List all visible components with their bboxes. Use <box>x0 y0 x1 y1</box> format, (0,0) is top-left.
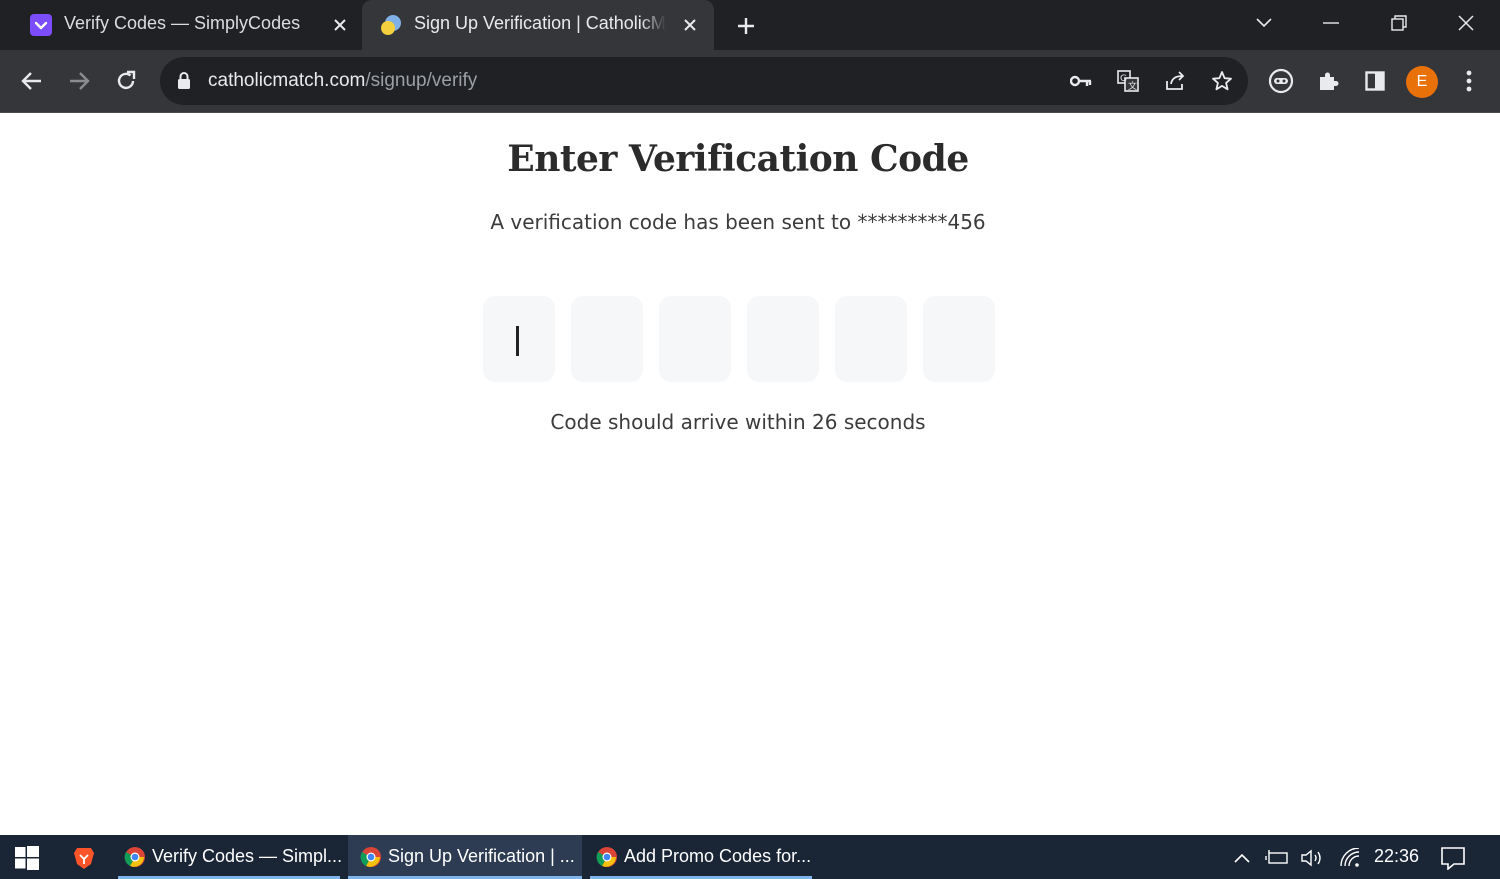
new-tab-button[interactable] <box>732 12 760 40</box>
tab-sign-up-verification[interactable]: Sign Up Verification | CatholicMatch <box>362 0 714 50</box>
code-digit-2[interactable] <box>571 296 643 382</box>
taskbar-item-label: Add Promo Codes for... <box>624 846 812 866</box>
windows-start-icon[interactable] <box>8 841 46 875</box>
profile-avatar[interactable]: E <box>1406 66 1438 98</box>
back-arrow-icon[interactable] <box>15 64 49 98</box>
taskbar-item-label: Sign Up Verification | ... <box>388 846 575 866</box>
tab-title: Verify Codes — SimplyCodes <box>64 13 301 33</box>
svg-text:文: 文 <box>1128 80 1137 92</box>
code-digit-3[interactable] <box>659 296 731 382</box>
notification-center-icon[interactable] <box>1436 845 1470 871</box>
side-panel-icon[interactable] <box>1360 66 1390 96</box>
close-icon[interactable] <box>328 13 352 37</box>
tab-search-chevron-down-icon[interactable] <box>1247 8 1281 38</box>
taskbar: Verify Codes — Simpl... Sign Up Verifica… <box>0 835 1500 879</box>
code-digit-4[interactable] <box>747 296 819 382</box>
close-window-icon[interactable] <box>1449 8 1483 38</box>
restore-icon[interactable] <box>1382 8 1416 38</box>
taskbar-item-label: Verify Codes — Simpl... <box>152 846 343 866</box>
share-icon[interactable] <box>1163 69 1187 93</box>
code-digit-6[interactable] <box>923 296 995 382</box>
wifi-icon[interactable] <box>1336 845 1364 871</box>
code-digit-1[interactable] <box>483 296 555 382</box>
tab-title: Sign Up Verification | CatholicMatch <box>414 13 666 33</box>
chrome-icon <box>360 847 381 867</box>
battery-power-icon[interactable] <box>1264 845 1290 871</box>
page-content: Enter Verification Code A verification c… <box>0 114 1500 835</box>
tab-strip: Verify Codes — SimplyCodes Sign Up Verif… <box>0 0 1500 50</box>
extension-mask-icon[interactable] <box>1266 66 1296 96</box>
chrome-icon <box>124 847 145 867</box>
brave-browser-icon[interactable] <box>64 841 104 875</box>
system-clock[interactable]: 22:36 <box>1374 846 1419 867</box>
bookmark-star-icon[interactable] <box>1210 69 1234 93</box>
extensions-puzzle-icon[interactable] <box>1313 66 1343 96</box>
chrome-icon <box>596 847 617 867</box>
url-domain: catholicmatch.com <box>208 70 366 91</box>
simplycodes-icon <box>30 14 52 36</box>
more-menu-icon[interactable] <box>1454 66 1484 96</box>
tab-verify-codes[interactable]: Verify Codes — SimplyCodes <box>16 0 361 50</box>
chevron-up-icon[interactable] <box>1230 845 1254 871</box>
address-bar[interactable]: catholicmatch.com/signup/verify G文 <box>160 57 1248 105</box>
taskbar-item-verify-codes[interactable]: Verify Codes — Simpl... <box>118 835 343 879</box>
code-digit-5[interactable] <box>835 296 907 382</box>
svg-text:G: G <box>1120 74 1127 84</box>
browser-toolbar: catholicmatch.com/signup/verify G文 <box>0 50 1500 113</box>
taskbar-item-add-promo-codes[interactable]: Add Promo Codes for... <box>590 835 812 879</box>
close-icon[interactable] <box>678 13 702 37</box>
minimize-icon[interactable] <box>1314 8 1348 38</box>
translate-icon[interactable]: G文 <box>1116 69 1140 93</box>
catholicmatch-icon <box>381 15 401 35</box>
key-icon[interactable] <box>1069 69 1093 93</box>
forward-arrow-icon[interactable] <box>62 64 96 98</box>
reload-icon[interactable] <box>109 64 143 98</box>
lock-icon[interactable] <box>176 71 192 91</box>
url-path: /signup/verify <box>365 70 478 91</box>
taskbar-item-sign-up-verification[interactable]: Sign Up Verification | ... <box>348 835 582 879</box>
url-text[interactable]: catholicmatch.com/signup/verify <box>208 70 477 92</box>
page-title: Enter Verification Code <box>507 138 969 180</box>
verification-sent-text: A verification code has been sent to ***… <box>490 210 986 234</box>
countdown-text: Code should arrive within 26 seconds <box>550 410 926 434</box>
volume-icon[interactable] <box>1299 845 1327 871</box>
